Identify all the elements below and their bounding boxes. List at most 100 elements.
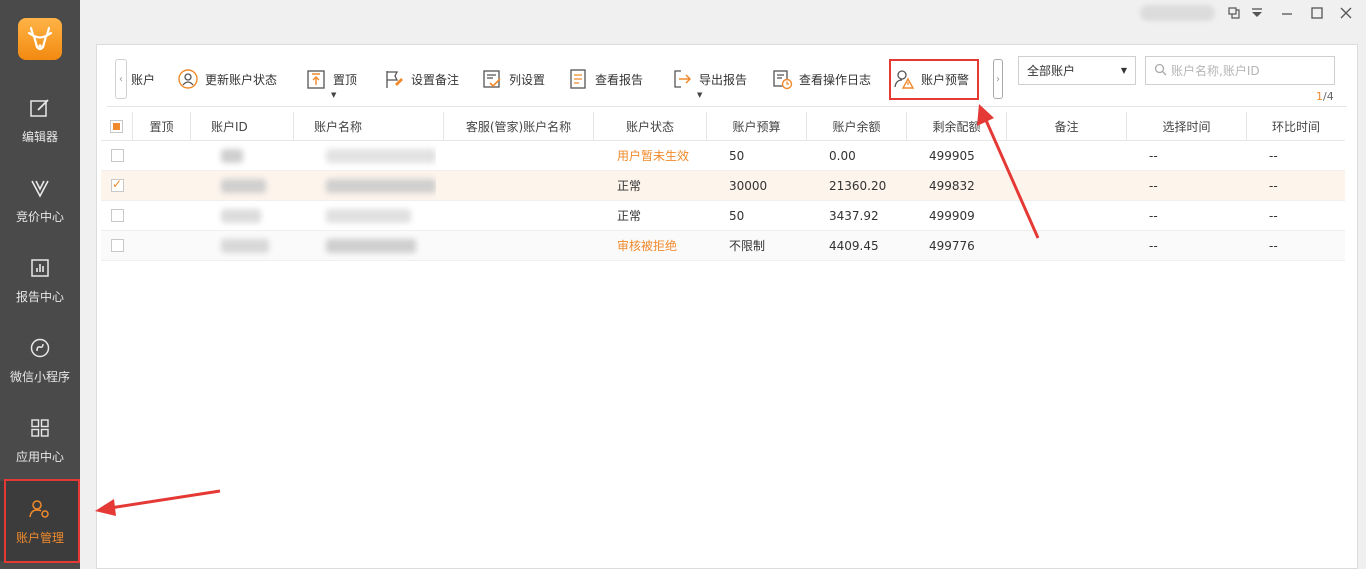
account-id-cell xyxy=(211,201,291,230)
pin-top-icon xyxy=(305,68,327,90)
select-time-cell: -- xyxy=(1149,238,1158,253)
tool-label: 查看操作日志 xyxy=(799,72,872,87)
compare-time-cell: -- xyxy=(1269,148,1278,163)
col-balance[interactable]: 账户余额 xyxy=(807,112,907,140)
account-id-cell xyxy=(211,141,291,170)
row-checkbox[interactable] xyxy=(111,149,124,162)
account-name-cell xyxy=(316,171,436,200)
col-account-name[interactable]: 账户名称 xyxy=(294,112,444,140)
caret-down-icon: ▼ xyxy=(331,91,337,99)
view-operation-log-button[interactable]: 查看操作日志 xyxy=(771,66,871,92)
account-id-cell xyxy=(211,231,291,260)
col-account-id[interactable]: 账户ID xyxy=(191,112,294,140)
page-current: 1 xyxy=(1316,90,1323,103)
tool-label: 设置备注 xyxy=(411,72,460,87)
select-all-checkbox[interactable] xyxy=(110,119,123,133)
col-note[interactable]: 备注 xyxy=(1007,112,1127,140)
set-note-button[interactable]: 设置备注 xyxy=(383,66,459,92)
toolbar-scroll-left-button[interactable]: ‹ xyxy=(115,59,127,99)
export-icon xyxy=(671,68,693,90)
tool-label: 账户 xyxy=(131,72,156,87)
caret-down-icon: ▼ xyxy=(697,91,703,99)
quota-cell: 499832 xyxy=(929,178,975,193)
compare-time-cell: -- xyxy=(1269,208,1278,223)
select-all-cell xyxy=(101,112,133,140)
deer-logo-icon xyxy=(27,26,53,51)
refresh-user-icon xyxy=(177,68,199,90)
title-bar xyxy=(80,0,1366,28)
skin-icon[interactable] xyxy=(1224,3,1244,23)
col-service-account-name[interactable]: 客服(管家)账户名称 xyxy=(444,112,594,140)
sidebar-item-label: 竞价中心 xyxy=(15,209,64,224)
tool-label: 置顶 xyxy=(333,72,358,87)
row-checkbox[interactable] xyxy=(111,209,124,222)
maximize-icon[interactable] xyxy=(1307,3,1327,23)
sidebar-item-miniprogram[interactable]: 微信小程序 xyxy=(0,320,80,400)
select-time-cell: -- xyxy=(1149,208,1158,223)
status-cell: 用户暂未生效 xyxy=(617,149,690,163)
col-remaining-quota[interactable]: 剩余配额 xyxy=(907,112,1007,140)
balance-cell: 3437.92 xyxy=(829,208,879,223)
col-select-time[interactable]: 选择时间 xyxy=(1127,112,1247,140)
close-icon[interactable] xyxy=(1336,3,1356,23)
account-tool-button[interactable]: 账户 xyxy=(131,66,155,92)
balance-cell: 4409.45 xyxy=(829,238,879,253)
sidebar-item-editor[interactable]: 编辑器 xyxy=(0,80,80,160)
select-time-cell: -- xyxy=(1149,148,1158,163)
edit-icon xyxy=(28,96,52,120)
page-indicator: 1/4 xyxy=(1316,90,1334,103)
balance-cell: 21360.20 xyxy=(829,178,887,193)
table-header: 置顶 账户ID 账户名称 客服(管家)账户名称 账户状态 账户预算 账户余额 剩… xyxy=(101,112,1345,141)
tool-label: 查看报告 xyxy=(595,72,644,87)
export-report-button[interactable]: 导出报告 ▼ xyxy=(671,66,748,99)
col-pin[interactable]: 置顶 xyxy=(133,112,191,140)
sidebar-item-apps[interactable]: 应用中心 xyxy=(0,400,80,480)
log-clock-icon xyxy=(771,68,793,90)
search-box[interactable] xyxy=(1145,56,1335,85)
note-flag-icon xyxy=(383,68,405,90)
compare-time-cell: -- xyxy=(1269,238,1278,253)
page-total: /4 xyxy=(1323,90,1334,103)
tool-label: 列设置 xyxy=(509,72,546,87)
account-filter-select[interactable]: 全部账户 ▼ xyxy=(1018,56,1136,85)
account-filter-value: 全部账户 xyxy=(1027,64,1076,78)
balance-cell: 0.00 xyxy=(829,148,856,163)
account-name-cell xyxy=(316,201,436,230)
sidebar: 编辑器 竞价中心 报告中心 微信小程序 应用中心 账户管理 xyxy=(0,0,80,569)
dropdown-menu-icon[interactable] xyxy=(1247,3,1267,23)
tool-label: 更新账户状态 xyxy=(205,72,278,87)
toolbar-scroll-right-button[interactable]: › xyxy=(993,59,1003,99)
sidebar-item-label: 编辑器 xyxy=(21,129,58,144)
sidebar-item-reports[interactable]: 报告中心 xyxy=(0,240,80,320)
annotation-box xyxy=(4,479,80,563)
view-report-button[interactable]: 查看报告 xyxy=(567,66,643,92)
minimize-icon[interactable] xyxy=(1277,3,1297,23)
pin-top-button[interactable]: 置顶 ▼ xyxy=(305,66,358,99)
tool-label: 导出报告 xyxy=(699,72,748,87)
app-logo xyxy=(18,18,62,60)
quota-cell: 499905 xyxy=(929,148,975,163)
apps-icon xyxy=(28,416,52,440)
search-icon xyxy=(1154,63,1167,79)
quota-cell: 499776 xyxy=(929,238,975,253)
annotation-box xyxy=(889,59,979,100)
column-settings-icon xyxy=(481,68,503,90)
search-input[interactable] xyxy=(1171,63,1331,78)
row-checkbox[interactable] xyxy=(111,177,124,192)
table-row[interactable]: 正常 30000 21360.20 499832 -- -- xyxy=(101,171,1345,201)
update-status-button[interactable]: 更新账户状态 xyxy=(177,66,277,92)
account-id-cell xyxy=(211,171,291,200)
table-row[interactable]: 审核被拒绝 不限制 4409.45 499776 -- -- xyxy=(101,231,1345,261)
sidebar-item-label: 应用中心 xyxy=(15,449,64,464)
row-checkbox[interactable] xyxy=(111,239,124,252)
table-row[interactable]: 用户暂未生效 50 0.00 499905 -- -- xyxy=(101,141,1345,171)
col-compare-time[interactable]: 环比时间 xyxy=(1247,112,1345,140)
table-row[interactable]: 正常 50 3437.92 499909 -- -- xyxy=(101,201,1345,231)
col-budget[interactable]: 账户预算 xyxy=(707,112,807,140)
bid-icon xyxy=(28,176,52,200)
sidebar-item-bidding[interactable]: 竞价中心 xyxy=(0,160,80,240)
chevron-down-icon: ▼ xyxy=(1120,66,1127,75)
col-status[interactable]: 账户状态 xyxy=(594,112,707,140)
select-time-cell: -- xyxy=(1149,178,1158,193)
column-settings-button[interactable]: 列设置 xyxy=(481,66,545,92)
